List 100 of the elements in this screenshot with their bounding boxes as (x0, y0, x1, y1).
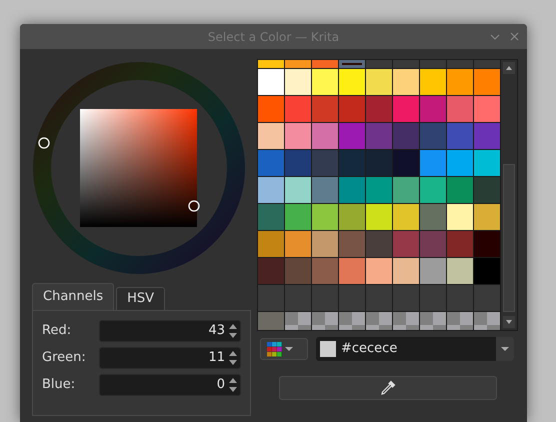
color-swatch[interactable] (447, 231, 473, 257)
color-swatch[interactable] (447, 123, 473, 149)
channel-value: 43 (207, 322, 226, 340)
color-swatch[interactable] (285, 258, 311, 284)
color-swatch[interactable] (339, 231, 365, 257)
color-swatch[interactable] (285, 204, 311, 230)
color-swatch[interactable] (258, 204, 284, 230)
color-swatch[interactable] (420, 69, 446, 95)
color-swatch[interactable] (393, 177, 419, 203)
color-swatch[interactable] (393, 96, 419, 122)
color-swatch[interactable] (258, 60, 284, 68)
palette-button[interactable] (260, 338, 308, 360)
minimize-chevron-icon[interactable] (490, 34, 500, 40)
color-swatch[interactable] (474, 123, 500, 149)
color-swatch[interactable] (285, 177, 311, 203)
color-swatch[interactable] (258, 177, 284, 203)
color-swatch[interactable] (258, 69, 284, 95)
color-swatch[interactable] (366, 177, 392, 203)
color-swatch[interactable] (312, 150, 338, 176)
spin-arrows-icon[interactable] (228, 376, 238, 394)
color-swatch[interactable] (474, 177, 500, 203)
color-swatch[interactable] (447, 177, 473, 203)
color-swatch[interactable] (420, 96, 446, 122)
color-swatch[interactable] (447, 69, 473, 95)
color-swatch[interactable] (393, 204, 419, 230)
color-swatch[interactable] (312, 231, 338, 257)
tab[interactable]: HSV (116, 287, 166, 310)
spin-box[interactable]: 11 (99, 346, 241, 368)
hex-input-field[interactable]: #cecece (341, 339, 491, 359)
color-swatch[interactable] (312, 204, 338, 230)
color-swatch[interactable] (366, 123, 392, 149)
color-swatch[interactable] (366, 258, 392, 284)
spin-arrows-icon[interactable] (228, 348, 238, 366)
color-wheel-drawing[interactable] (32, 61, 246, 275)
color-swatch[interactable] (420, 150, 446, 176)
color-swatch[interactable] (339, 60, 365, 68)
color-swatch[interactable] (312, 258, 338, 284)
color-swatch[interactable] (312, 60, 338, 68)
color-swatch[interactable] (366, 204, 392, 230)
color-swatch[interactable] (393, 123, 419, 149)
color-swatch[interactable] (285, 123, 311, 149)
dropdown-button[interactable] (496, 337, 514, 361)
color-swatch[interactable] (393, 231, 419, 257)
color-combo-box[interactable]: #cecece (316, 337, 514, 361)
scroll-up-icon[interactable] (503, 62, 515, 74)
color-swatch[interactable] (366, 150, 392, 176)
eyedropper-button[interactable] (279, 376, 497, 400)
channel-label: Green: (42, 348, 87, 367)
color-swatch[interactable] (258, 123, 284, 149)
color-swatch[interactable] (420, 258, 446, 284)
color-swatch[interactable] (474, 258, 500, 284)
color-swatch[interactable] (420, 231, 446, 257)
color-swatch[interactable] (285, 231, 311, 257)
color-swatch[interactable] (339, 69, 365, 95)
channel-label: Blue: (42, 376, 76, 394)
color-swatch[interactable] (312, 177, 338, 203)
close-icon[interactable] (510, 32, 519, 41)
color-swatch[interactable] (393, 258, 419, 284)
color-swatch[interactable] (258, 150, 284, 176)
spin-box[interactable]: 43 (99, 320, 241, 342)
color-swatch[interactable] (312, 123, 338, 149)
color-swatch[interactable] (339, 96, 365, 122)
color-swatch[interactable] (285, 69, 311, 95)
color-swatch[interactable] (339, 150, 365, 176)
color-swatch[interactable] (474, 96, 500, 122)
color-swatch[interactable] (420, 123, 446, 149)
scrollbar-thumb[interactable] (503, 164, 515, 312)
color-swatch[interactable] (312, 96, 338, 122)
color-swatch[interactable] (474, 150, 500, 176)
tab[interactable]: Channels (32, 283, 114, 310)
color-swatch[interactable] (474, 69, 500, 95)
color-swatch[interactable] (366, 96, 392, 122)
color-swatch[interactable] (285, 150, 311, 176)
color-swatch[interactable] (447, 258, 473, 284)
color-swatch[interactable] (258, 258, 284, 284)
color-swatch[interactable] (447, 150, 473, 176)
color-swatch[interactable] (366, 231, 392, 257)
color-swatch[interactable] (339, 258, 365, 284)
color-swatch[interactable] (447, 96, 473, 122)
scroll-down-icon[interactable] (503, 316, 515, 328)
color-preview-swatch (320, 341, 336, 357)
color-swatch[interactable] (339, 177, 365, 203)
color-swatch[interactable] (420, 177, 446, 203)
color-swatch[interactable] (420, 204, 446, 230)
color-swatch[interactable] (258, 231, 284, 257)
color-swatch[interactable] (393, 150, 419, 176)
color-swatch[interactable] (285, 96, 311, 122)
color-swatch[interactable] (339, 204, 365, 230)
scrollbar[interactable] (501, 60, 517, 330)
spin-box[interactable]: 0 (99, 374, 241, 396)
color-swatch[interactable] (474, 204, 500, 230)
color-swatch[interactable] (393, 69, 419, 95)
color-swatch[interactable] (474, 231, 500, 257)
color-swatch[interactable] (312, 69, 338, 95)
color-swatch[interactable] (258, 96, 284, 122)
spin-arrows-icon[interactable] (228, 322, 238, 340)
color-swatch[interactable] (366, 69, 392, 95)
color-swatch[interactable] (285, 60, 311, 68)
color-swatch[interactable] (339, 123, 365, 149)
color-swatch[interactable] (447, 204, 473, 230)
